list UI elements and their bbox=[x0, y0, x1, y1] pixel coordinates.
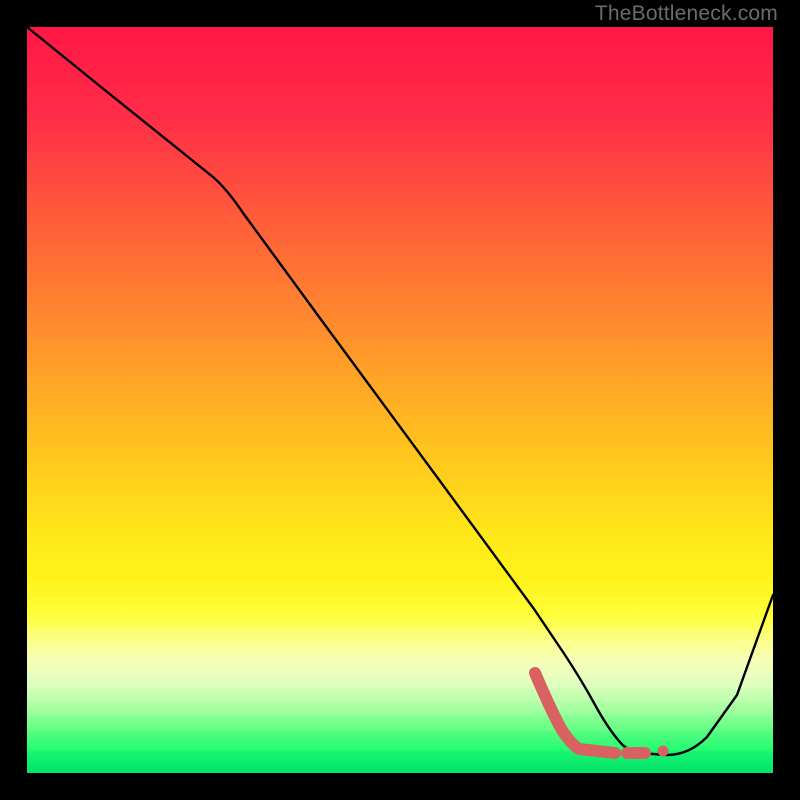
chart-frame: TheBottleneck.com bbox=[0, 0, 800, 800]
plot-area bbox=[27, 27, 773, 773]
watermark-label: TheBottleneck.com bbox=[595, 2, 778, 26]
bottleneck-chart-svg bbox=[27, 27, 773, 773]
